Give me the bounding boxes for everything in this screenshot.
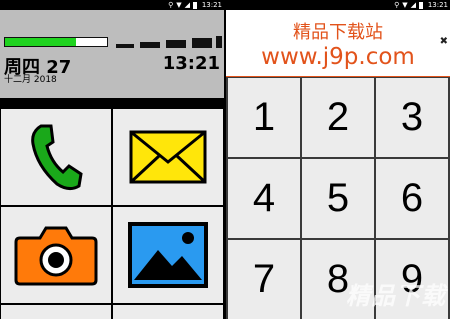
wifi-icon: ▼ [176,1,182,9]
status-bar-left: ⚲ ▼ ◢ 13:21 [0,0,224,10]
signal-bar [216,36,222,48]
dial-key-3[interactable]: 3 [376,78,448,157]
status-icons: ⚲ ▼ ◢ [394,1,423,9]
watermark: 精品下载 [346,282,446,310]
envelope-icon [129,130,207,184]
date-month-year: 十二月 2018 [4,75,57,85]
signal-bar [166,40,186,48]
phone-icon [31,124,83,191]
launcher-screen: 周四 27 十二月 2018 13:21 [0,10,224,319]
messages-tile[interactable] [112,108,224,206]
camera-tile[interactable] [0,206,112,304]
ad-title: 精品下载站 [293,22,383,43]
cell-signal-icon: ◢ [410,1,416,9]
info-header: 周四 27 十二月 2018 13:21 [0,10,224,98]
status-time: 13:21 [201,1,222,9]
location-icon: ⚲ [168,1,174,9]
dial-key-5[interactable]: 5 [302,159,374,238]
cell-signal-icon: ◢ [184,1,190,9]
battery-status-icon [419,1,423,9]
dialer-screen: 精品下载站 www.j9p.com ✖ 123456789 精品下载 [226,10,450,319]
launcher-tile-partial[interactable] [112,304,224,319]
status-time: 13:21 [427,1,448,9]
signal-bar [192,38,212,48]
location-icon: ⚲ [394,1,400,9]
wifi-icon: ▼ [402,1,408,9]
status-icons: ⚲ ▼ ◢ [168,1,197,9]
battery-status-icon [193,1,197,9]
picture-icon [128,222,208,288]
ad-url: www.j9p.com [261,44,415,70]
signal-bar [116,44,134,48]
battery-bar [4,37,108,47]
battery-fill [5,38,77,46]
signal-bar [140,42,160,48]
ad-close-icon[interactable]: ✖ [440,36,448,47]
signal-strength-indicator [116,34,222,48]
dial-key-7[interactable]: 7 [228,240,300,319]
clock-time: 13:21 [162,53,220,74]
status-bar-right: ⚲ ▼ ◢ 13:21 [226,0,450,10]
phone-tile[interactable] [0,108,112,206]
dial-key-1[interactable]: 1 [228,78,300,157]
dial-key-6[interactable]: 6 [376,159,448,238]
dial-key-2[interactable]: 2 [302,78,374,157]
ad-banner[interactable]: 精品下载站 www.j9p.com ✖ [226,10,450,77]
launcher-tile-partial[interactable] [0,304,112,319]
gallery-tile[interactable] [112,206,224,304]
camera-icon [14,226,98,286]
dial-key-4[interactable]: 4 [228,159,300,238]
